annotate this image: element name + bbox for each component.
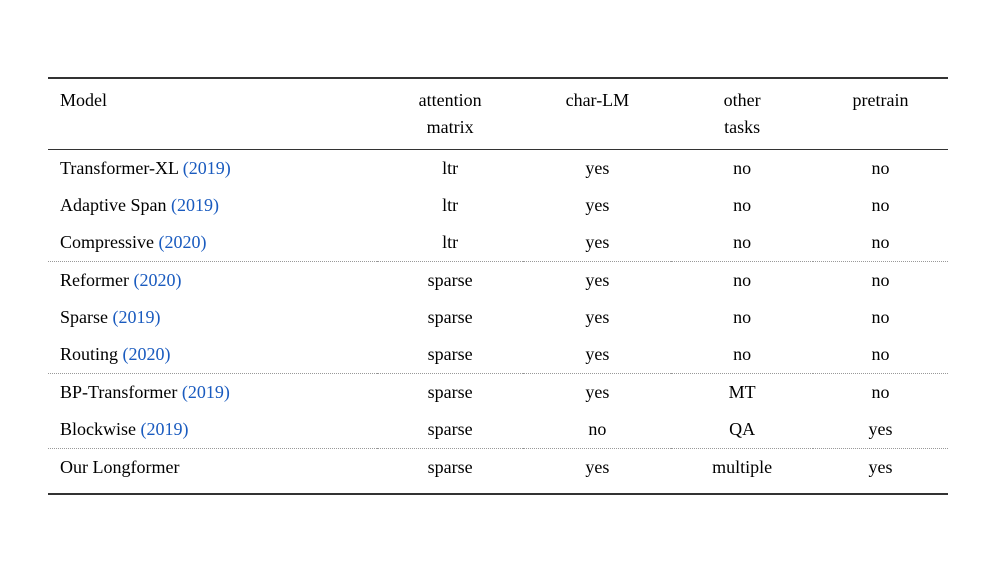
cell-pretrain: no — [813, 150, 948, 188]
header-charlm: char-LM — [523, 78, 671, 150]
cell-other: MT — [671, 374, 813, 412]
header-attention: attentionmatrix — [377, 78, 524, 150]
cell-attention: ltr — [377, 150, 524, 188]
table-row: Compressive (2020)ltryesnono — [48, 224, 948, 262]
cell-other: no — [671, 224, 813, 262]
year-label: (2019) — [141, 419, 189, 439]
cell-charlm: yes — [523, 262, 671, 300]
cell-model: Blockwise (2019) — [48, 411, 377, 449]
year-label: (2019) — [113, 307, 161, 327]
header-other: othertasks — [671, 78, 813, 150]
cell-other: no — [671, 187, 813, 224]
cell-charlm: yes — [523, 187, 671, 224]
year-label: (2019) — [183, 158, 231, 178]
comparison-table: Model attentionmatrix char-LM othertasks… — [48, 77, 948, 495]
cell-charlm: yes — [523, 374, 671, 412]
cell-charlm: no — [523, 411, 671, 449]
cell-attention: sparse — [377, 411, 524, 449]
cell-model: Compressive (2020) — [48, 224, 377, 262]
cell-model: Our Longformer — [48, 449, 377, 495]
table-row: Reformer (2020)sparseyesnono — [48, 262, 948, 300]
cell-other: multiple — [671, 449, 813, 495]
cell-model: BP-Transformer (2019) — [48, 374, 377, 412]
table-row: Transformer-XL (2019)ltryesnono — [48, 150, 948, 188]
cell-other: no — [671, 336, 813, 374]
cell-model: Reformer (2020) — [48, 262, 377, 300]
table-row: Our Longformersparseyesmultipleyes — [48, 449, 948, 495]
table-row: Sparse (2019)sparseyesnono — [48, 299, 948, 336]
cell-pretrain: no — [813, 374, 948, 412]
table-row: BP-Transformer (2019)sparseyesMTno — [48, 374, 948, 412]
cell-pretrain: no — [813, 299, 948, 336]
cell-model: Sparse (2019) — [48, 299, 377, 336]
cell-other: no — [671, 299, 813, 336]
cell-attention: sparse — [377, 449, 524, 495]
year-label: (2019) — [182, 382, 230, 402]
cell-charlm: yes — [523, 449, 671, 495]
year-label: (2020) — [123, 344, 171, 364]
table-row: Blockwise (2019)sparsenoQAyes — [48, 411, 948, 449]
cell-charlm: yes — [523, 336, 671, 374]
cell-other: no — [671, 150, 813, 188]
header-pretrain: pretrain — [813, 78, 948, 150]
cell-pretrain: no — [813, 187, 948, 224]
cell-charlm: yes — [523, 150, 671, 188]
cell-attention: sparse — [377, 262, 524, 300]
table-row: Routing (2020)sparseyesnono — [48, 336, 948, 374]
cell-attention: ltr — [377, 187, 524, 224]
table-container: Model attentionmatrix char-LM othertasks… — [48, 77, 948, 495]
cell-pretrain: no — [813, 262, 948, 300]
cell-attention: sparse — [377, 299, 524, 336]
year-label: (2019) — [171, 195, 219, 215]
table-row: Adaptive Span (2019)ltryesnono — [48, 187, 948, 224]
cell-model: Adaptive Span (2019) — [48, 187, 377, 224]
cell-model: Routing (2020) — [48, 336, 377, 374]
cell-pretrain: yes — [813, 411, 948, 449]
cell-other: no — [671, 262, 813, 300]
cell-pretrain: no — [813, 336, 948, 374]
table-header-row: Model attentionmatrix char-LM othertasks… — [48, 78, 948, 150]
cell-attention: sparse — [377, 336, 524, 374]
cell-attention: sparse — [377, 374, 524, 412]
cell-charlm: yes — [523, 299, 671, 336]
cell-pretrain: yes — [813, 449, 948, 495]
cell-charlm: yes — [523, 224, 671, 262]
header-model: Model — [48, 78, 377, 150]
year-label: (2020) — [133, 270, 181, 290]
cell-attention: ltr — [377, 224, 524, 262]
year-label: (2020) — [159, 232, 207, 252]
cell-pretrain: no — [813, 224, 948, 262]
cell-model: Transformer-XL (2019) — [48, 150, 377, 188]
cell-other: QA — [671, 411, 813, 449]
